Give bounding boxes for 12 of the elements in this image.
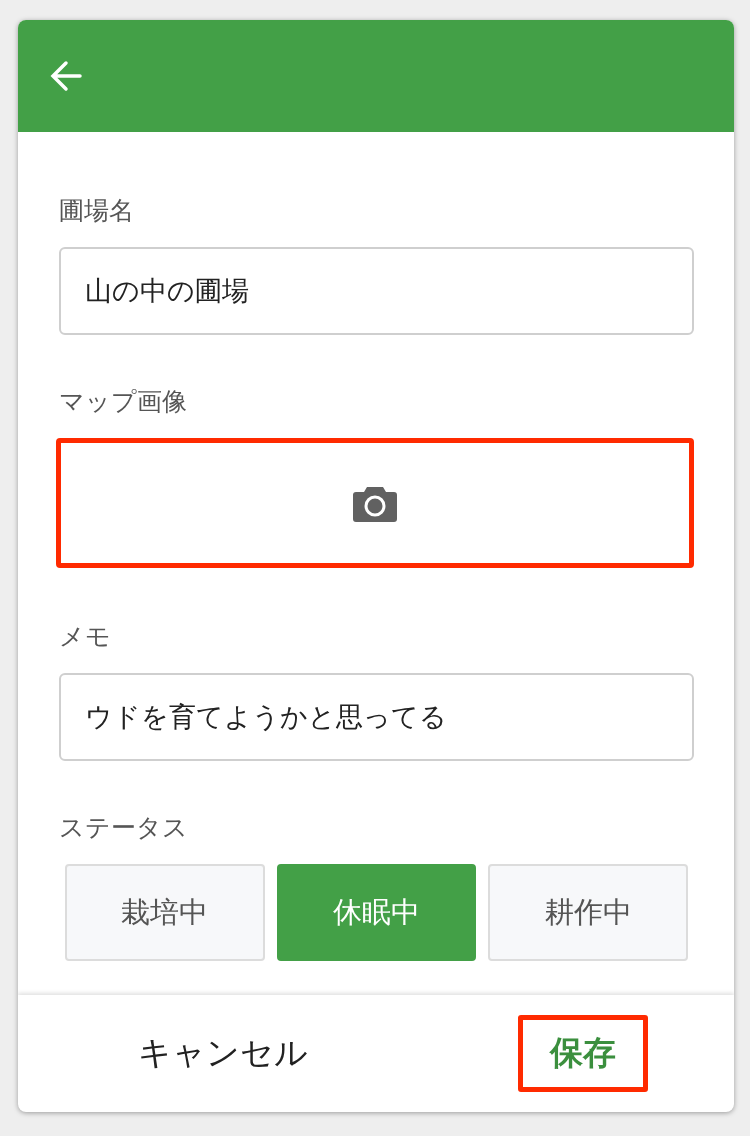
- save-button[interactable]: 保存: [518, 1015, 648, 1092]
- field-label: 圃場名: [59, 195, 134, 227]
- text-field[interactable]: ウドを育てようかと思ってる: [59, 673, 694, 761]
- field-label: マップ画像: [59, 386, 187, 418]
- field-label: メモ: [59, 621, 111, 653]
- image-picker[interactable]: [56, 438, 694, 568]
- status-option[interactable]: 耕作中: [488, 864, 688, 961]
- field-label: ステータス: [59, 812, 188, 844]
- status-option[interactable]: 栽培中: [65, 864, 265, 961]
- text-field[interactable]: 山の中の圃場: [59, 247, 694, 335]
- back-arrow-icon[interactable]: [48, 58, 84, 94]
- cancel-button[interactable]: キャンセル: [122, 1019, 324, 1088]
